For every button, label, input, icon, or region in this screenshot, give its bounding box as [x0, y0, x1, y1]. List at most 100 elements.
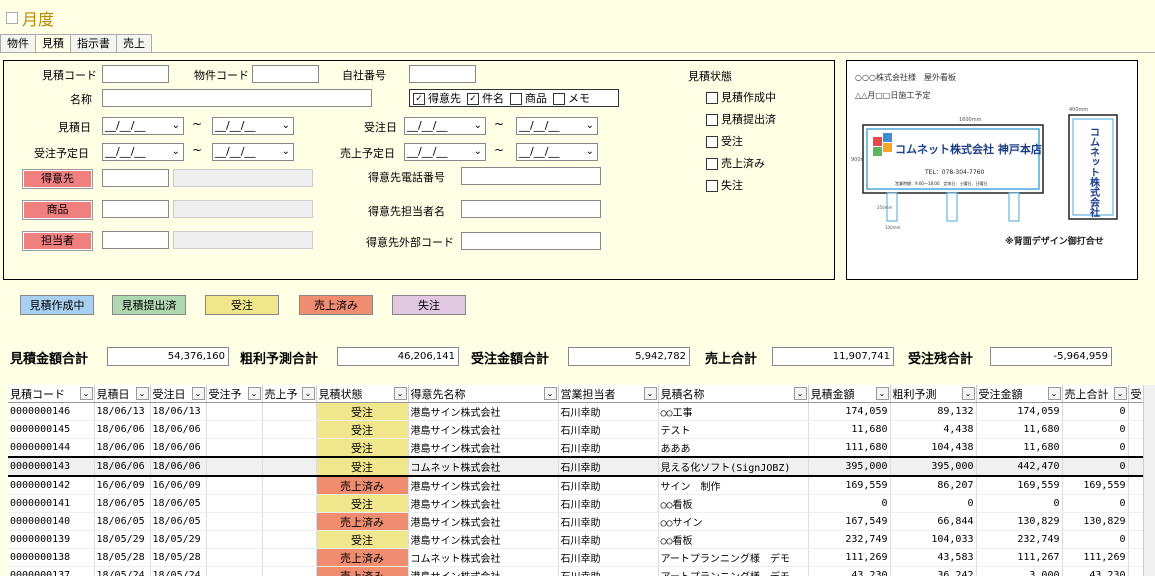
customer-phone-input[interactable]: [461, 167, 601, 185]
table-cell: 港島サイン株式会社: [408, 566, 559, 576]
name-input[interactable]: [102, 89, 372, 107]
status-lost-box[interactable]: [706, 180, 718, 192]
check-customer[interactable]: ✓ 得意先: [413, 90, 461, 106]
company-no-input[interactable]: [409, 65, 476, 83]
window-checkbox[interactable]: [6, 12, 18, 24]
order-date-from[interactable]: __/__/__ ⌄: [404, 117, 486, 135]
check-subject-box[interactable]: ✓: [467, 93, 479, 105]
tab-instruction[interactable]: 指示書: [70, 34, 117, 52]
chevron-down-icon[interactable]: ⌄: [474, 144, 482, 160]
sales-plan-from[interactable]: __/__/__ ⌄: [404, 143, 486, 161]
table-row[interactable]: 0000000138 18/05/28 18/05/28 売上済み コムネット株式会社石…: [8, 548, 1149, 567]
status-submitted[interactable]: 見積提出済: [706, 111, 776, 127]
property-code-input[interactable]: [252, 65, 319, 83]
col-sales-plan[interactable]: 売上予 ⌄: [262, 385, 317, 403]
customer-ext-code-input[interactable]: [461, 232, 601, 250]
tab-sales[interactable]: 売上: [116, 34, 152, 52]
table-row[interactable]: 0000000146 18/06/13 18/06/13 受注 港島サイン株式会社 石川幸…: [8, 402, 1149, 421]
table-cell: 18/06/06: [150, 438, 207, 458]
table-cell: [262, 530, 317, 549]
col-order-date[interactable]: 受注日 ⌄: [150, 385, 207, 403]
check-customer-box[interactable]: ✓: [413, 93, 425, 105]
product-button[interactable]: 商品: [22, 200, 93, 220]
estimate-code-input[interactable]: [102, 65, 169, 83]
col-estimate-date[interactable]: 見積日 ⌄: [94, 385, 151, 403]
chevron-down-icon[interactable]: ⌄: [172, 144, 180, 160]
dim-side: 400mm: [1069, 107, 1088, 113]
status-ordered[interactable]: 受注: [706, 133, 743, 149]
status-drafting-box[interactable]: [706, 92, 718, 104]
staff-code-input[interactable]: [102, 231, 169, 249]
table-cell: [262, 548, 317, 567]
table-cell: 111,269: [1062, 548, 1129, 567]
col-staff[interactable]: 営業担当者 ⌄: [558, 385, 659, 403]
status-submitted-box[interactable]: [706, 114, 718, 126]
chevron-down-icon[interactable]: ⌄: [282, 144, 290, 160]
table-cell: 43,230: [1062, 566, 1129, 576]
col-estimate-amount[interactable]: 見積金額 ⌄: [808, 385, 891, 403]
product-code-input[interactable]: [102, 200, 169, 218]
table-row[interactable]: 000000013718/05/2418/05/24売上済み港島サイン株式会社石…: [8, 566, 1149, 576]
table-row[interactable]: 0000000144 18/06/06 18/06/06 受注 港島サイン株式会社 石川幸…: [8, 438, 1149, 458]
tab-property[interactable]: 物件: [0, 34, 36, 52]
estimate-date-to[interactable]: __/__/__ ⌄: [212, 117, 294, 135]
table-cell: 16/06/09: [150, 476, 207, 495]
table-row[interactable]: 0000000140 18/06/05 18/06/05 売上済み 港島サイン株式会社石…: [8, 512, 1149, 531]
table-row[interactable]: 0000000141 18/06/05 18/06/05 受注 港島サイン株式会社 石川幸…: [8, 494, 1149, 513]
check-product-box[interactable]: [510, 93, 522, 105]
chevron-down-icon: ⌄: [543, 387, 557, 400]
table-row[interactable]: 0000000145 18/06/06 18/06/06 受注 港島サイン株式会社 石川幸…: [8, 420, 1149, 439]
col-estimate-name[interactable]: 見積名称 ⌄: [658, 385, 809, 403]
status-ordered-box[interactable]: [706, 136, 718, 148]
customer-name-display: [173, 169, 313, 187]
check-product[interactable]: 商品: [510, 90, 547, 106]
col-estimate-code[interactable]: 見積コード ⌄: [8, 385, 95, 403]
status-sold-box[interactable]: [706, 158, 718, 170]
preview-image: ○○○株式会社様 屋外看板 △△月□□日施工予定 1600mm 400mm 90…: [846, 60, 1138, 280]
status-lost[interactable]: 失注: [706, 177, 743, 193]
grid-scrollbar[interactable]: [1143, 385, 1155, 576]
check-subject[interactable]: ✓ 件名: [467, 90, 504, 106]
sign-hours: 営業時間：9:00～18:00 定休日：土曜日、日曜日: [895, 180, 988, 186]
tab-estimate[interactable]: 見積: [35, 34, 71, 53]
chevron-down-icon: ⌄: [135, 387, 149, 400]
col-profit[interactable]: 粗利予測 ⌄: [890, 385, 977, 403]
order-date-to[interactable]: __/__/__ ⌄: [516, 117, 598, 135]
staff-button[interactable]: 担当者: [22, 231, 93, 251]
col-status[interactable]: 見積状態 ⌄: [316, 385, 409, 403]
order-plan-from[interactable]: __/__/__ ⌄: [102, 143, 184, 161]
status-drafting[interactable]: 見積作成中: [706, 89, 776, 105]
customer-contact-input[interactable]: [461, 200, 601, 218]
chevron-down-icon[interactable]: ⌄: [282, 118, 290, 134]
logo-square-red: [873, 137, 882, 146]
table-cell: 169,559: [1062, 476, 1129, 495]
status-sold[interactable]: 売上済み: [706, 155, 765, 171]
chevron-down-icon[interactable]: ⌄: [172, 118, 180, 134]
check-memo-box[interactable]: [553, 93, 565, 105]
table-cell: 0: [1062, 420, 1129, 439]
table-row[interactable]: 0000000139 18/05/29 18/05/29 受注 港島サイン株式会社 石川幸…: [8, 530, 1149, 549]
chevron-down-icon[interactable]: ⌄: [586, 118, 594, 134]
col-sales-total[interactable]: 売上合計 ⌄: [1062, 385, 1129, 403]
col-order-plan[interactable]: 受注予 ⌄: [206, 385, 263, 403]
check-memo[interactable]: メモ: [553, 90, 590, 106]
table-cell: コムネット株式会社: [408, 548, 559, 567]
chevron-down-icon[interactable]: ⌄: [474, 118, 482, 134]
chevron-down-icon[interactable]: ⌄: [586, 144, 594, 160]
col-order-amount[interactable]: 受注金額 ⌄: [976, 385, 1063, 403]
sales-plan-to[interactable]: __/__/__ ⌄: [516, 143, 598, 161]
customer-code-input[interactable]: [102, 169, 169, 187]
name-label: 名称: [70, 93, 92, 106]
chevron-down-icon: ⌄: [247, 387, 261, 400]
estimate-date-from[interactable]: __/__/__ ⌄: [102, 117, 184, 135]
col-customer[interactable]: 得意先名称 ⌄: [408, 385, 559, 403]
search-target-checks: ✓ 得意先 ✓ 件名 商品 メモ: [409, 89, 619, 107]
table-row[interactable]: 0000000143 18/06/06 18/06/06 受注 コムネット株式会社 石川幸…: [8, 456, 1149, 477]
order-plan-to[interactable]: __/__/__ ⌄: [212, 143, 294, 161]
customer-button[interactable]: 得意先: [22, 169, 93, 189]
table-cell: 18/06/13: [150, 402, 207, 421]
dim-leg: 250mm: [877, 205, 893, 210]
table-cell: 18/06/05: [150, 512, 207, 531]
table-row[interactable]: 0000000142 16/06/09 16/06/09 売上済み 港島サイン株式会社石…: [8, 476, 1149, 495]
table-cell: 18/06/06: [94, 456, 151, 477]
